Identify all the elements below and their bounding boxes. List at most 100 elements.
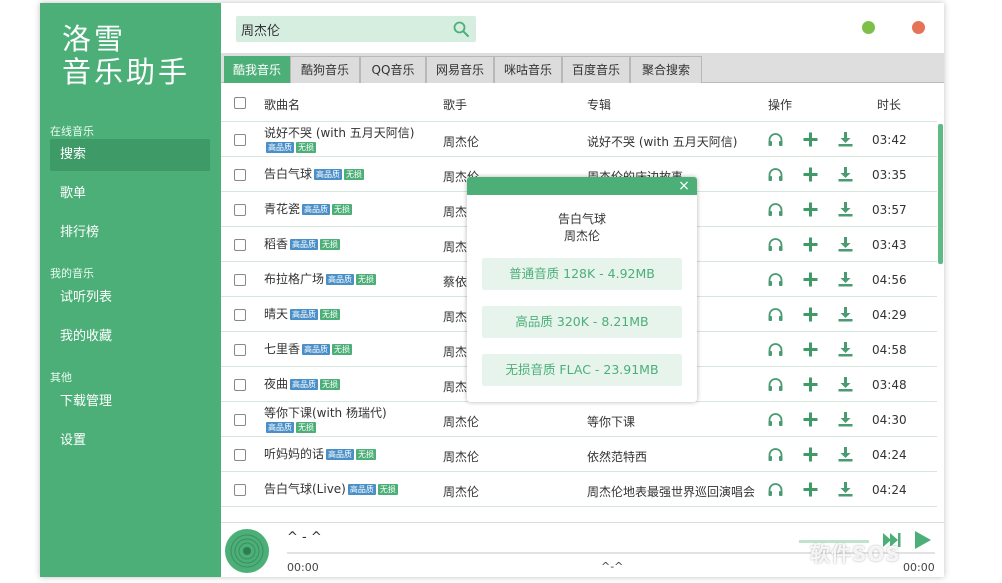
song-title-cell[interactable]: 夜曲 高品质 无损 bbox=[264, 377, 436, 391]
quality-high-button[interactable]: 高品质 320K - 8.21MB bbox=[482, 306, 682, 338]
album-cell[interactable]: 周杰伦地表最强世界巡回演唱会 bbox=[587, 483, 759, 500]
add-to-list-icon[interactable] bbox=[802, 306, 819, 323]
song-title-cell[interactable]: 布拉格广场 高品质 无损 bbox=[264, 272, 436, 286]
song-title-cell[interactable]: 七里香 高品质 无损 bbox=[264, 342, 436, 356]
song-title-cell[interactable]: 晴天 高品质 无损 bbox=[264, 307, 436, 321]
search-input[interactable] bbox=[236, 16, 446, 42]
add-to-list-icon[interactable] bbox=[802, 271, 819, 288]
tab-migu[interactable]: 咪咕音乐 bbox=[494, 56, 562, 83]
search-icon[interactable] bbox=[452, 20, 470, 38]
add-to-list-icon[interactable] bbox=[802, 201, 819, 218]
tab-baidu[interactable]: 百度音乐 bbox=[562, 56, 630, 83]
download-icon[interactable] bbox=[837, 306, 854, 323]
quality-lossless-button[interactable]: 无损音质 FLAC - 23.91MB bbox=[482, 354, 682, 386]
sidebar-item-favorites[interactable]: 我的收藏 bbox=[50, 321, 210, 353]
lossless-badge: 无损 bbox=[296, 142, 316, 153]
select-all-checkbox[interactable] bbox=[234, 97, 246, 109]
singer-cell[interactable]: 周杰伦 bbox=[443, 133, 479, 150]
listen-icon[interactable] bbox=[767, 481, 784, 498]
song-title-cell[interactable]: 告白气球(Live) 高品质 无损 bbox=[264, 482, 436, 496]
add-to-list-icon[interactable] bbox=[802, 411, 819, 428]
row-checkbox[interactable] bbox=[234, 484, 246, 496]
listen-icon[interactable] bbox=[767, 271, 784, 288]
listen-icon[interactable] bbox=[767, 376, 784, 393]
download-icon[interactable] bbox=[837, 446, 854, 463]
row-checkbox[interactable] bbox=[234, 239, 246, 251]
row-checkbox[interactable] bbox=[234, 134, 246, 146]
listen-icon[interactable] bbox=[767, 306, 784, 323]
sidebar-item-settings[interactable]: 设置 bbox=[50, 425, 210, 457]
minimize-button[interactable] bbox=[862, 21, 875, 34]
download-icon[interactable] bbox=[837, 166, 854, 183]
add-to-list-icon[interactable] bbox=[802, 236, 819, 253]
row-checkbox[interactable] bbox=[234, 309, 246, 321]
sidebar: 洛雪 音乐助手 在线音乐 搜索 歌单 排行榜 我的音乐 试听列表 我的收藏 其他… bbox=[40, 3, 221, 577]
table-row[interactable]: 告白气球(Live) 高品质 无损 周杰伦 周杰伦地表最强世界巡回演唱会 04:24 bbox=[221, 472, 937, 507]
play-icon[interactable] bbox=[914, 530, 932, 550]
add-to-list-icon[interactable] bbox=[802, 446, 819, 463]
add-to-list-icon[interactable] bbox=[802, 131, 819, 148]
table-scrollbar[interactable] bbox=[938, 124, 943, 264]
album-cell[interactable]: 依然范特西 bbox=[587, 448, 759, 465]
download-icon[interactable] bbox=[837, 481, 854, 498]
song-title-cell[interactable]: 说好不哭 (with 五月天阿信) 高品质 无损 bbox=[264, 126, 436, 154]
download-icon[interactable] bbox=[837, 411, 854, 428]
listen-icon[interactable] bbox=[767, 341, 784, 358]
sidebar-item-downloads[interactable]: 下载管理 bbox=[50, 386, 210, 418]
listen-icon[interactable] bbox=[767, 201, 784, 218]
tab-kugou[interactable]: 酷狗音乐 bbox=[290, 56, 360, 83]
song-title-cell[interactable]: 青花瓷 高品质 无损 bbox=[264, 202, 436, 216]
sidebar-item-search[interactable]: 搜索 bbox=[50, 139, 210, 171]
singer-cell[interactable]: 周杰伦 bbox=[443, 413, 479, 430]
add-to-list-icon[interactable] bbox=[802, 376, 819, 393]
row-checkbox[interactable] bbox=[234, 449, 246, 461]
row-checkbox[interactable] bbox=[234, 344, 246, 356]
listen-icon[interactable] bbox=[767, 411, 784, 428]
singer-cell[interactable]: 周杰伦 bbox=[443, 448, 479, 465]
table-row[interactable]: 听妈妈的话 高品质 无损 周杰伦 依然范特西 04:24 bbox=[221, 437, 937, 472]
listen-icon[interactable] bbox=[767, 166, 784, 183]
song-title-cell[interactable]: 等你下课(with 杨瑞代) 高品质 无损 bbox=[264, 406, 436, 434]
singer-cell[interactable]: 周杰伦 bbox=[443, 483, 479, 500]
header-album: 专辑 bbox=[587, 98, 612, 112]
row-checkbox[interactable] bbox=[234, 274, 246, 286]
listen-icon[interactable] bbox=[767, 446, 784, 463]
song-title-cell[interactable]: 听妈妈的话 高品质 无损 bbox=[264, 447, 436, 461]
close-window-button[interactable] bbox=[912, 21, 925, 34]
song-title: 布拉格广场 bbox=[264, 272, 325, 286]
album-cell[interactable]: 等你下课 bbox=[587, 413, 759, 430]
tab-netease[interactable]: 网易音乐 bbox=[426, 56, 494, 83]
download-icon[interactable] bbox=[837, 376, 854, 393]
app-window: 洛雪 音乐助手 在线音乐 搜索 歌单 排行榜 我的音乐 试听列表 我的收藏 其他… bbox=[40, 3, 944, 577]
download-icon[interactable] bbox=[837, 271, 854, 288]
add-to-list-icon[interactable] bbox=[802, 166, 819, 183]
lossless-badge: 无损 bbox=[356, 449, 377, 460]
tab-qq[interactable]: QQ音乐 bbox=[360, 56, 426, 83]
add-to-list-icon[interactable] bbox=[802, 341, 819, 358]
add-to-list-icon[interactable] bbox=[802, 481, 819, 498]
listen-icon[interactable] bbox=[767, 131, 784, 148]
table-row[interactable]: 说好不哭 (with 五月天阿信) 高品质 无损 周杰伦 说好不哭 (with 五月天阿… bbox=[221, 122, 937, 157]
album-cell[interactable]: 说好不哭 (with 五月天阿信) bbox=[587, 133, 759, 150]
row-checkbox[interactable] bbox=[234, 169, 246, 181]
duration-cell: 04:29 bbox=[872, 308, 907, 322]
song-title-cell[interactable]: 告白气球 高品质 无损 bbox=[264, 167, 436, 181]
row-checkbox[interactable] bbox=[234, 414, 246, 426]
song-title-cell[interactable]: 稻香 高品质 无损 bbox=[264, 237, 436, 251]
tab-aggregate[interactable]: 聚合搜索 bbox=[630, 56, 702, 83]
row-checkbox[interactable] bbox=[234, 204, 246, 216]
modal-close-icon[interactable]: × bbox=[677, 177, 691, 195]
quality-standard-button[interactable]: 普通音质 128K - 4.92MB bbox=[482, 258, 682, 290]
listen-icon[interactable] bbox=[767, 236, 784, 253]
sidebar-item-charts[interactable]: 排行榜 bbox=[50, 217, 210, 249]
row-checkbox[interactable] bbox=[234, 379, 246, 391]
download-icon[interactable] bbox=[837, 131, 854, 148]
source-tabs: 酷我音乐 酷狗音乐 QQ音乐 网易音乐 咪咕音乐 百度音乐 聚合搜索 bbox=[221, 53, 944, 83]
sidebar-item-playlists[interactable]: 歌单 bbox=[50, 178, 210, 210]
download-icon[interactable] bbox=[837, 341, 854, 358]
download-icon[interactable] bbox=[837, 201, 854, 218]
sidebar-item-listen-list[interactable]: 试听列表 bbox=[50, 282, 210, 314]
download-icon[interactable] bbox=[837, 236, 854, 253]
tab-kuwo[interactable]: 酷我音乐 bbox=[224, 56, 290, 83]
table-row[interactable]: 等你下课(with 杨瑞代) 高品质 无损 周杰伦 等你下课 04:30 bbox=[221, 402, 937, 437]
